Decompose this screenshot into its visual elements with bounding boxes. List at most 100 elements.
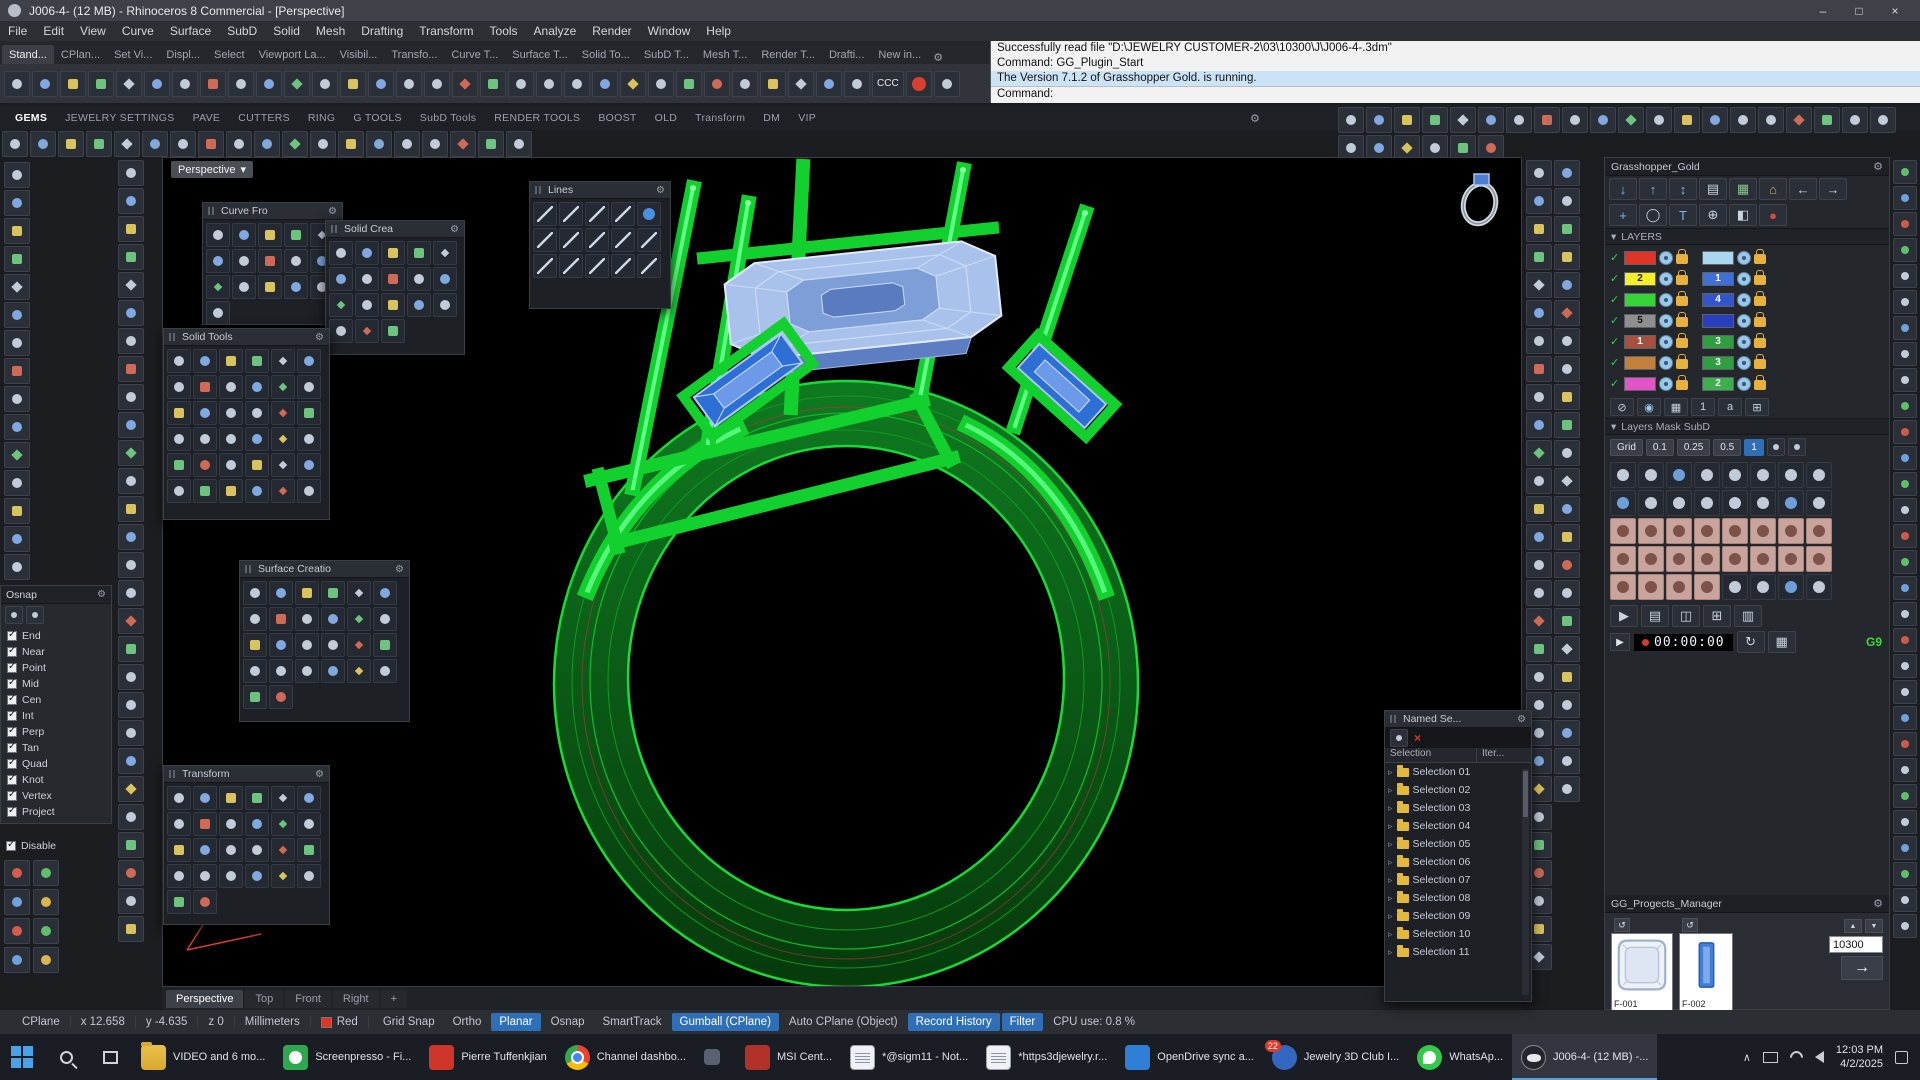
check-icon[interactable] — [1610, 335, 1621, 348]
tool-icon[interactable] — [193, 427, 217, 451]
toolbar-tab[interactable]: SubD T... — [637, 45, 696, 64]
eye-icon[interactable] — [1659, 314, 1673, 328]
gh-toolbar-icon[interactable]: ⌂ — [1759, 178, 1787, 200]
tool-icon[interactable] — [193, 890, 217, 914]
tool-icon[interactable] — [373, 607, 397, 631]
command-line[interactable]: Command: — [991, 86, 1920, 101]
command-line[interactable]: Command: GG_Plugin_Start — [991, 56, 1920, 71]
tool-icon[interactable] — [1554, 244, 1580, 270]
solid-tools-palette[interactable]: Solid Tools ⚙ — [163, 328, 330, 520]
tool-icon[interactable] — [284, 275, 308, 299]
tool-icon[interactable] — [167, 349, 191, 373]
checkbox[interactable] — [7, 695, 17, 705]
lines-palette[interactable]: Lines ⚙ — [529, 181, 671, 309]
tool-icon[interactable] — [219, 786, 243, 810]
tool-icon[interactable] — [282, 131, 308, 157]
tool-icon[interactable] — [271, 812, 295, 836]
tool-icon[interactable] — [1526, 608, 1552, 634]
toolbar-tab[interactable]: Render T... — [754, 45, 822, 64]
tool-icon[interactable] — [1554, 216, 1580, 242]
tool-icon[interactable] — [1767, 438, 1785, 456]
tool-icon[interactable] — [1666, 546, 1692, 572]
wifi-icon[interactable] — [1787, 1048, 1805, 1066]
tool-icon[interactable] — [206, 223, 230, 247]
toolbar-tab[interactable]: Surface T... — [505, 45, 574, 64]
tool-icon[interactable] — [1722, 574, 1748, 600]
plugin-tab[interactable]: RING — [299, 112, 344, 124]
selection-item[interactable]: Selection 07 — [1385, 871, 1531, 889]
osnap-option[interactable]: Tan — [1, 740, 111, 756]
toolbar-tab[interactable]: CPlan... — [54, 45, 107, 64]
tool-icon[interactable] — [329, 267, 353, 291]
tool-icon[interactable] — [116, 71, 142, 97]
tool-icon[interactable] — [295, 633, 319, 657]
gear-icon[interactable]: ⚙ — [328, 206, 337, 217]
tool-icon[interactable] — [1806, 574, 1832, 600]
gear-icon[interactable]: ⚙ — [1245, 112, 1265, 125]
tool-icon[interactable] — [4, 274, 30, 300]
menu-item[interactable]: Help — [698, 24, 739, 38]
osnap-option[interactable]: End — [1, 628, 111, 644]
tool-icon[interactable] — [1893, 420, 1917, 444]
lock-icon[interactable] — [1676, 380, 1688, 390]
tool-icon[interactable] — [1806, 546, 1832, 572]
osnap-tool-icon[interactable] — [5, 606, 23, 624]
visibility-icon[interactable]: 1 — [1691, 398, 1715, 416]
eye-icon[interactable] — [1737, 335, 1751, 349]
units-display[interactable]: Millimeters — [235, 1016, 311, 1028]
tool-icon[interactable] — [118, 300, 144, 326]
tool-icon[interactable] — [4, 246, 30, 272]
tool-icon[interactable] — [1893, 914, 1917, 938]
eye-icon[interactable] — [1737, 251, 1751, 265]
tool-icon[interactable] — [167, 427, 191, 451]
tool-icon[interactable] — [271, 453, 295, 477]
current-layer[interactable]: Red — [311, 1016, 369, 1028]
osnap-option[interactable]: Mid — [1, 676, 111, 692]
tool-icon[interactable] — [1778, 462, 1804, 488]
tool-icon[interactable] — [118, 244, 144, 270]
tool-icon[interactable] — [118, 272, 144, 298]
tool-icon[interactable] — [4, 947, 30, 973]
tool-icon[interactable] — [355, 267, 379, 291]
tool-icon[interactable] — [284, 223, 308, 247]
tool-icon[interactable] — [422, 131, 448, 157]
tool-icon[interactable] — [1694, 490, 1720, 516]
tool-icon[interactable] — [1893, 758, 1917, 782]
tool-icon[interactable] — [1893, 836, 1917, 860]
tool-icon[interactable] — [592, 71, 618, 97]
plugin-tab[interactable]: SubD Tools — [411, 112, 486, 124]
tool-icon[interactable] — [258, 223, 282, 247]
ccc-command-icon[interactable]: CCC — [872, 71, 904, 97]
command-line[interactable]: Successfully read file "D:\JEWELRY CUSTO… — [991, 41, 1920, 56]
status-toggle[interactable]: Record History — [908, 1013, 1000, 1031]
selection-item[interactable]: Selection 06 — [1385, 853, 1531, 871]
tool-icon[interactable] — [271, 401, 295, 425]
tool-icon[interactable] — [1806, 518, 1832, 544]
tool-icon[interactable] — [297, 349, 321, 373]
tool-icon[interactable] — [1750, 462, 1776, 488]
plugin-tab[interactable]: VIP — [789, 112, 825, 124]
timeline-icon[interactable]: ↻ — [1737, 631, 1765, 653]
visibility-icon[interactable]: ◉ — [1637, 398, 1661, 416]
tool-icon[interactable] — [258, 275, 282, 299]
line-tool-icon[interactable] — [533, 254, 557, 278]
tool-icon[interactable] — [433, 241, 457, 265]
layers-section-header[interactable]: ▾ LAYERS — [1605, 228, 1889, 245]
toolbar-tab[interactable]: Displ... — [159, 45, 207, 64]
tool-icon[interactable] — [118, 412, 144, 438]
check-icon[interactable] — [1610, 377, 1621, 390]
disable-option[interactable]: Disable — [6, 838, 56, 854]
tool-icon[interactable] — [1422, 107, 1448, 133]
tool-icon[interactable] — [256, 71, 282, 97]
tool-icon[interactable] — [118, 524, 144, 550]
tool-icon[interactable] — [347, 659, 371, 683]
menu-item[interactable]: Transform — [411, 24, 481, 38]
tool-icon[interactable] — [732, 71, 758, 97]
clock[interactable]: 12:03 PM 4/2/2025 — [1836, 1043, 1883, 1072]
taskbar-app[interactable]: Screenpresso - Fi... — [274, 1034, 420, 1080]
taskbar-app[interactable]: OpenDrive sync a... — [1116, 1034, 1263, 1080]
tool-icon[interactable] — [1526, 496, 1552, 522]
tool-icon[interactable] — [4, 358, 30, 384]
tool-icon[interactable] — [1554, 328, 1580, 354]
status-toggle[interactable]: Filter — [1002, 1013, 1044, 1031]
